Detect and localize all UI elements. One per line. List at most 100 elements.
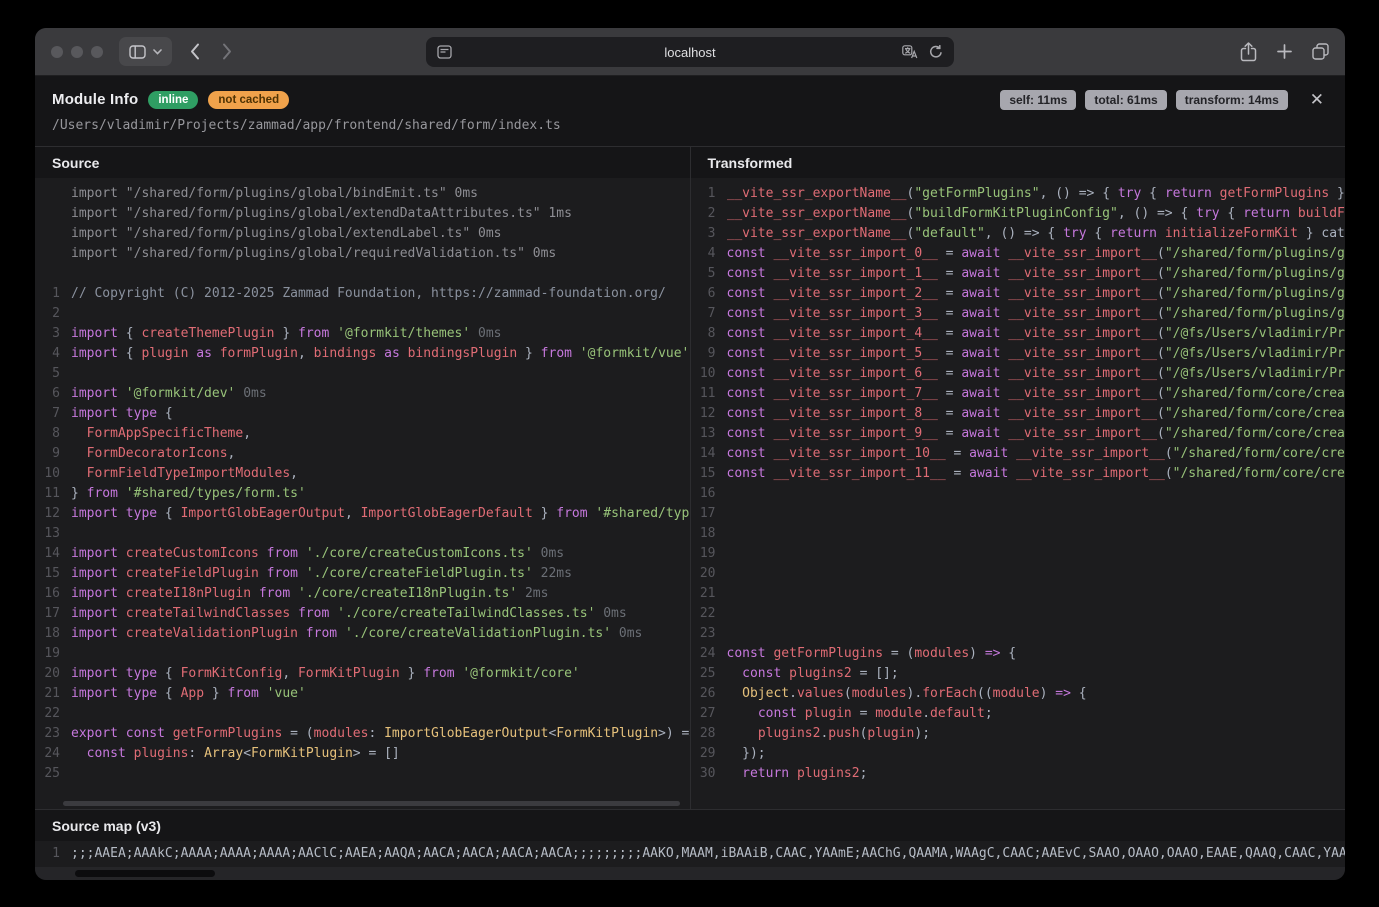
total-time-badge: total: 61ms (1085, 90, 1166, 110)
chevron-right-icon (222, 43, 232, 60)
code-line: 22 (35, 704, 690, 724)
code-line: 19 (691, 544, 1346, 564)
source-code-editor: import "/shared/form/plugins/global/bind… (35, 178, 690, 809)
line-number: 16 (35, 584, 71, 604)
code-line: 20 (691, 564, 1346, 584)
code-text: }); (727, 744, 1346, 764)
line-number (35, 244, 71, 264)
close-window-button[interactable] (51, 46, 63, 58)
code-text: FormFieldTypeImportModules, (71, 464, 690, 484)
reload-icon[interactable] (929, 45, 943, 59)
code-text: __vite_ssr_exportName__("buildFormKitPlu… (727, 204, 1346, 224)
sidebar-icon (129, 45, 146, 59)
code-line: 8 FormAppSpecificTheme, (35, 424, 690, 444)
code-line: 11} from '#shared/types/form.ts' (35, 484, 690, 504)
code-line: 1__vite_ssr_exportName__("getFormPlugins… (691, 184, 1346, 204)
line-number: 12 (35, 504, 71, 524)
line-number: 15 (35, 564, 71, 584)
code-line: 22 (691, 604, 1346, 624)
transform-time-badge: transform: 14ms (1176, 90, 1288, 110)
translate-icon[interactable] (902, 45, 918, 59)
code-line: import "/shared/form/plugins/global/exte… (35, 204, 690, 224)
code-text: // Copyright (C) 2012-2025 Zammad Founda… (71, 284, 690, 304)
page-reader-icon[interactable] (437, 45, 452, 59)
code-line: 15import createFieldPlugin from './core/… (35, 564, 690, 584)
code-line: 25 const plugins2 = []; (691, 664, 1346, 684)
code-text: __vite_ssr_exportName__("default", () =>… (727, 224, 1346, 244)
line-number: 15 (691, 464, 727, 484)
code-text (71, 764, 690, 784)
line-number: 28 (691, 724, 727, 744)
module-info-header: Module Info inline not cached self: 11ms… (35, 76, 1345, 146)
code-text: } from '#shared/types/form.ts' (71, 484, 690, 504)
code-text: import createTailwindClasses from './cor… (71, 604, 690, 624)
code-line: 23export const getFormPlugins = (modules… (35, 724, 690, 744)
code-text: import type { App } from 'vue' (71, 684, 690, 704)
share-button[interactable] (1240, 42, 1257, 62)
line-number: 11 (691, 384, 727, 404)
line-number: 17 (35, 604, 71, 624)
zoom-window-button[interactable] (91, 46, 103, 58)
timing-stats: self: 11ms total: 61ms transform: 14ms (1000, 90, 1287, 110)
code-text: const __vite_ssr_import_4__ = await __vi… (727, 324, 1346, 344)
address-bar[interactable]: localhost (426, 37, 954, 67)
line-number: 5 (691, 264, 727, 284)
source-pane: Source import "/shared/form/plugins/glob… (35, 147, 690, 809)
code-line: 1// Copyright (C) 2012-2025 Zammad Found… (35, 284, 690, 304)
source-pane-title: Source (35, 147, 690, 178)
line-number: 13 (691, 424, 727, 444)
new-tab-button[interactable] (1277, 44, 1292, 59)
code-line: 24const getFormPlugins = (modules) => { (691, 644, 1346, 664)
line-number (35, 184, 71, 204)
code-text: import createCustomIcons from './core/cr… (71, 544, 690, 564)
code-line: 3import { createThemePlugin } from '@for… (35, 324, 690, 344)
code-text: FormAppSpecificTheme, (71, 424, 690, 444)
code-text (727, 624, 1346, 644)
line-number: 4 (691, 244, 727, 264)
line-number: 25 (691, 664, 727, 684)
line-number: 4 (35, 344, 71, 364)
code-line: 15const __vite_ssr_import_11__ = await _… (691, 464, 1346, 484)
chevron-down-icon (153, 49, 162, 55)
code-line: 11const __vite_ssr_import_7__ = await __… (691, 384, 1346, 404)
code-text: import createI18nPlugin from './core/cre… (71, 584, 690, 604)
line-number: 21 (35, 684, 71, 704)
code-text: import "/shared/form/plugins/global/bind… (71, 184, 690, 204)
minimize-window-button[interactable] (71, 46, 83, 58)
line-number: 7 (35, 404, 71, 424)
code-line: 17 (691, 504, 1346, 524)
code-text: import createValidationPlugin from './co… (71, 624, 690, 644)
sourcemap-scrollbar-thumb[interactable] (75, 870, 215, 877)
code-line: 7const __vite_ssr_import_3__ = await __v… (691, 304, 1346, 324)
line-number: 17 (691, 504, 727, 524)
code-text (727, 604, 1346, 624)
code-text (71, 644, 690, 664)
back-button[interactable] (190, 43, 200, 60)
line-number: 30 (691, 764, 727, 784)
code-line: 6import '@formkit/dev' 0ms (35, 384, 690, 404)
line-number (35, 224, 71, 244)
code-text (71, 264, 690, 284)
code-text: import "/shared/form/plugins/global/exte… (71, 224, 690, 244)
code-text: const __vite_ssr_import_8__ = await __vi… (727, 404, 1346, 424)
code-line: 12const __vite_ssr_import_8__ = await __… (691, 404, 1346, 424)
forward-button[interactable] (222, 43, 232, 60)
code-text: const __vite_ssr_import_6__ = await __vi… (727, 364, 1346, 384)
line-number: 27 (691, 704, 727, 724)
code-text (71, 524, 690, 544)
line-number: 10 (35, 464, 71, 484)
code-text: import type { FormKitConfig, FormKitPlug… (71, 664, 690, 684)
code-text: import { createThemePlugin } from '@form… (71, 324, 690, 344)
code-text: const __vite_ssr_import_1__ = await __vi… (727, 264, 1346, 284)
sidebar-toggle-button[interactable] (119, 37, 172, 66)
code-line: 21import type { App } from 'vue' (35, 684, 690, 704)
code-line: 10const __vite_ssr_import_6__ = await __… (691, 364, 1346, 384)
tab-overview-button[interactable] (1312, 43, 1329, 60)
line-number: 13 (35, 524, 71, 544)
code-line: 24 const plugins: Array<FormKitPlugin> =… (35, 744, 690, 764)
sourcemap-title: Source map (v3) (35, 810, 1345, 841)
source-horizontal-scrollbar[interactable] (63, 801, 680, 806)
code-text: const __vite_ssr_import_3__ = await __vi… (727, 304, 1346, 324)
line-number: 21 (691, 584, 727, 604)
close-button[interactable]: ✕ (1306, 89, 1328, 110)
